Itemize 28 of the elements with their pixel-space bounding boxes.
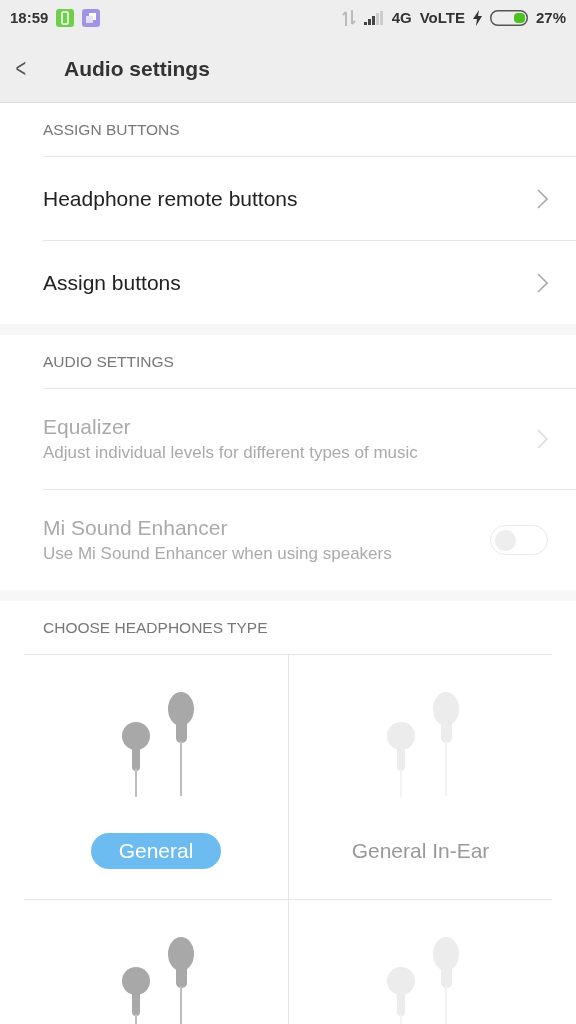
chevron-icon (537, 272, 548, 293)
row-label: Headphone remote buttons (43, 186, 299, 211)
battery-level-icon (489, 9, 528, 26)
headphone-type-option[interactable]: General In-Ear (323, 833, 518, 869)
clock: 18:59 (10, 9, 49, 26)
battery-percent: 27% (535, 9, 566, 26)
data-arrows-icon (341, 9, 356, 26)
row-label: Mi Sound Enhancer (43, 516, 229, 540)
signal-icon (363, 10, 384, 25)
chevron-icon (537, 188, 548, 209)
section-header: CHOOSE HEADPHONES TYPE (43, 618, 268, 637)
row-label: Assign buttons (43, 270, 182, 295)
network-type: 4G (391, 9, 412, 26)
settings-row[interactable]: Assign buttons (43, 240, 576, 324)
section-header: ASSIGN BUTTONS (43, 120, 180, 139)
back-button[interactable]: < (0, 53, 45, 84)
headphone-type-option[interactable]: General (90, 833, 222, 869)
volte-label: VoLTE (419, 9, 465, 26)
app-icon (82, 8, 101, 27)
row-summary: Use Mi Sound Enhancer when using speakers (43, 544, 393, 564)
page-title: Audio settings (64, 56, 210, 81)
row-label: Equalizer (43, 415, 132, 439)
section-header: AUDIO SETTINGS (43, 352, 174, 371)
settings-row[interactable]: Headphone remote buttons (43, 156, 576, 240)
charging-icon (472, 9, 482, 26)
row-summary: Adjust individual levels for different types of music (43, 443, 419, 463)
battery-icon (56, 8, 75, 27)
chevron-icon (537, 429, 548, 449)
